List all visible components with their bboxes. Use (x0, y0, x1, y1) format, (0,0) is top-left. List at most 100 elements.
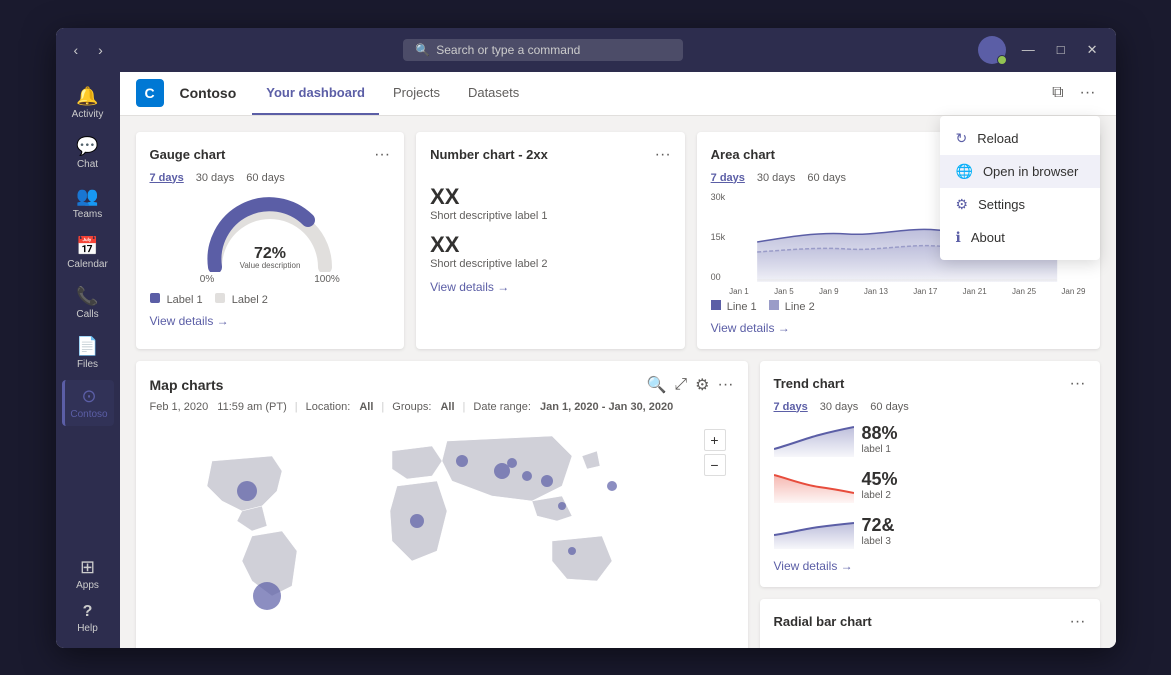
settings-icon: ⚙ (956, 196, 969, 213)
x-jan1: Jan 1 (729, 287, 749, 296)
zoom-in-button[interactable]: + (704, 429, 726, 451)
search-bar[interactable]: 🔍 Search or type a command (403, 39, 683, 61)
map-date-range: Date range: Jan 1, 2020 - Jan 30, 2020 (473, 401, 673, 413)
app-header: C Contoso Your dashboard Projects Datase… (120, 72, 1116, 116)
sidebar-item-teams[interactable]: 👥 Teams (62, 180, 114, 226)
zoom-out-button[interactable]: − (704, 454, 726, 476)
gauge-time-60d[interactable]: 60 days (246, 172, 285, 184)
forward-button[interactable]: › (92, 40, 109, 60)
files-icon: 📄 (76, 336, 98, 357)
number-item-2: XX Short descriptive label 2 (430, 232, 671, 270)
trend-item-3: 72& label 3 (774, 513, 1086, 549)
sidebar-item-label: Help (77, 623, 98, 634)
map-header: Map charts 🔍 ⤢ ⚙ ··· (150, 375, 734, 395)
x-jan13: Jan 13 (864, 287, 888, 296)
sidebar-item-label: Apps (76, 580, 99, 591)
trend-mini-svg-3 (774, 513, 854, 549)
number-chart-title: Number chart - 2xx (430, 147, 548, 162)
calendar-icon: 📅 (76, 236, 98, 257)
sidebar: 🔔 Activity 💬 Chat 👥 Teams 📅 Calendar 📞 C… (56, 72, 120, 648)
trend-value-3: 72& (862, 515, 895, 536)
sidebar-item-apps[interactable]: ⊞ Apps (62, 551, 114, 597)
close-button[interactable]: ✕ (1081, 40, 1104, 60)
sidebar-item-contoso[interactable]: ⊙ Contoso (62, 380, 114, 426)
tab-dashboard[interactable]: Your dashboard (252, 72, 379, 115)
trend-time-60d[interactable]: 60 days (870, 401, 909, 413)
map-more-button[interactable]: ··· (718, 376, 734, 394)
x-jan9: Jan 9 (819, 287, 839, 296)
sidebar-bottom: ⊞ Apps ? Help (62, 551, 114, 640)
sidebar-item-help[interactable]: ? Help (62, 597, 114, 640)
dropdown-about-label: About (971, 230, 1005, 245)
separator-3: | (463, 401, 466, 413)
trend-time-30d[interactable]: 30 days (820, 401, 859, 413)
trend-view-details[interactable]: View details → (774, 559, 1086, 573)
gauge-legend-1: Label 1 (150, 293, 203, 306)
titlebar-nav: ‹ › (68, 40, 109, 60)
trend-label-1: label 1 (862, 444, 898, 455)
dropdown-reload-label: Reload (977, 131, 1018, 146)
legend-dot-2 (215, 293, 225, 303)
gauge-chart-menu-button[interactable]: ··· (374, 146, 390, 164)
map-zoom-controls: + − (704, 429, 726, 476)
sidebar-item-label: Files (77, 359, 98, 370)
number-label-1: Short descriptive label 1 (430, 210, 671, 222)
maximize-button[interactable]: □ (1051, 40, 1071, 59)
gauge-legend: Label 1 Label 2 (150, 293, 391, 306)
sidebar-item-chat[interactable]: 💬 Chat (62, 130, 114, 176)
more-options-button[interactable]: ··· (1076, 80, 1100, 106)
tab-projects[interactable]: Projects (379, 72, 454, 115)
svg-text:Value description: Value description (239, 261, 300, 270)
area-time-60d[interactable]: 60 days (807, 172, 846, 184)
titlebar-right: — □ ✕ (978, 36, 1104, 64)
x-axis-labels: Jan 1 Jan 5 Jan 9 Jan 13 Jan 17 Jan 21 J… (729, 287, 1085, 296)
sidebar-item-calendar[interactable]: 📅 Calendar (62, 230, 114, 276)
right-panel: Trend chart ··· 7 days 30 days 60 days (760, 361, 1100, 648)
sidebar-item-activity[interactable]: 🔔 Activity (62, 80, 114, 126)
sidebar-item-label: Activity (72, 109, 104, 120)
y-label-15k: 15k (711, 232, 726, 242)
trend-chart-card: Trend chart ··· 7 days 30 days 60 days (760, 361, 1100, 587)
area-legend-dot-2 (769, 300, 779, 310)
number-chart-menu-button[interactable]: ··· (655, 146, 671, 164)
trend-data-1: 88% label 1 (862, 423, 898, 455)
map-chart-card: Map charts 🔍 ⤢ ⚙ ··· Feb 1, 2020 (136, 361, 748, 648)
tab-datasets[interactable]: Datasets (454, 72, 533, 115)
number-view-details[interactable]: View details → (430, 280, 671, 294)
map-search-button[interactable]: 🔍 (646, 375, 666, 395)
legend-dot-1 (150, 293, 160, 303)
dropdown-menu: ↻ Reload 🌐 Open in browser ⚙ Settings ℹ … (940, 116, 1100, 260)
back-button[interactable]: ‹ (68, 40, 85, 60)
chat-icon: 💬 (76, 136, 98, 157)
sidebar-item-calls[interactable]: 📞 Calls (62, 280, 114, 326)
content-area: C Contoso Your dashboard Projects Datase… (120, 72, 1116, 648)
trend-chart-menu-button[interactable]: ··· (1070, 375, 1086, 393)
sidebar-item-files[interactable]: 📄 Files (62, 330, 114, 376)
area-view-details[interactable]: View details → (711, 321, 1086, 335)
area-time-30d[interactable]: 30 days (757, 172, 796, 184)
area-chart-title: Area chart (711, 147, 775, 162)
dropdown-reload[interactable]: ↻ Reload (940, 122, 1100, 155)
trend-time-7d[interactable]: 7 days (774, 401, 808, 413)
gauge-time-30d[interactable]: 30 days (196, 172, 235, 184)
gauge-view-details[interactable]: View details → (150, 314, 391, 328)
map-chart-title: Map charts (150, 377, 224, 393)
area-time-7d[interactable]: 7 days (711, 172, 745, 184)
number-value-1: XX (430, 184, 671, 210)
map-groups: Groups: All (392, 401, 454, 413)
map-fullscreen-button[interactable]: ⤢ (674, 376, 687, 394)
dropdown-settings[interactable]: ⚙ Settings (940, 188, 1100, 221)
sidebar-item-label: Calendar (67, 259, 108, 270)
minimize-button[interactable]: — (1016, 40, 1041, 59)
contoso-icon: ⊙ (81, 386, 96, 407)
app-name: Contoso (180, 85, 237, 101)
dropdown-about[interactable]: ℹ About (940, 221, 1100, 254)
gauge-chart-title: Gauge chart (150, 147, 226, 162)
gauge-time-7d[interactable]: 7 days (150, 172, 184, 184)
gauge-labels: 0% 100% (200, 274, 340, 285)
dropdown-open-in-browser[interactable]: 🌐 Open in browser (940, 155, 1100, 188)
radial-bar-chart-menu-button[interactable]: ··· (1070, 613, 1086, 631)
open-new-button[interactable]: ⧉ (1048, 80, 1067, 106)
nav-tabs: Your dashboard Projects Datasets (252, 72, 533, 115)
map-settings-button[interactable]: ⚙ (695, 375, 709, 395)
